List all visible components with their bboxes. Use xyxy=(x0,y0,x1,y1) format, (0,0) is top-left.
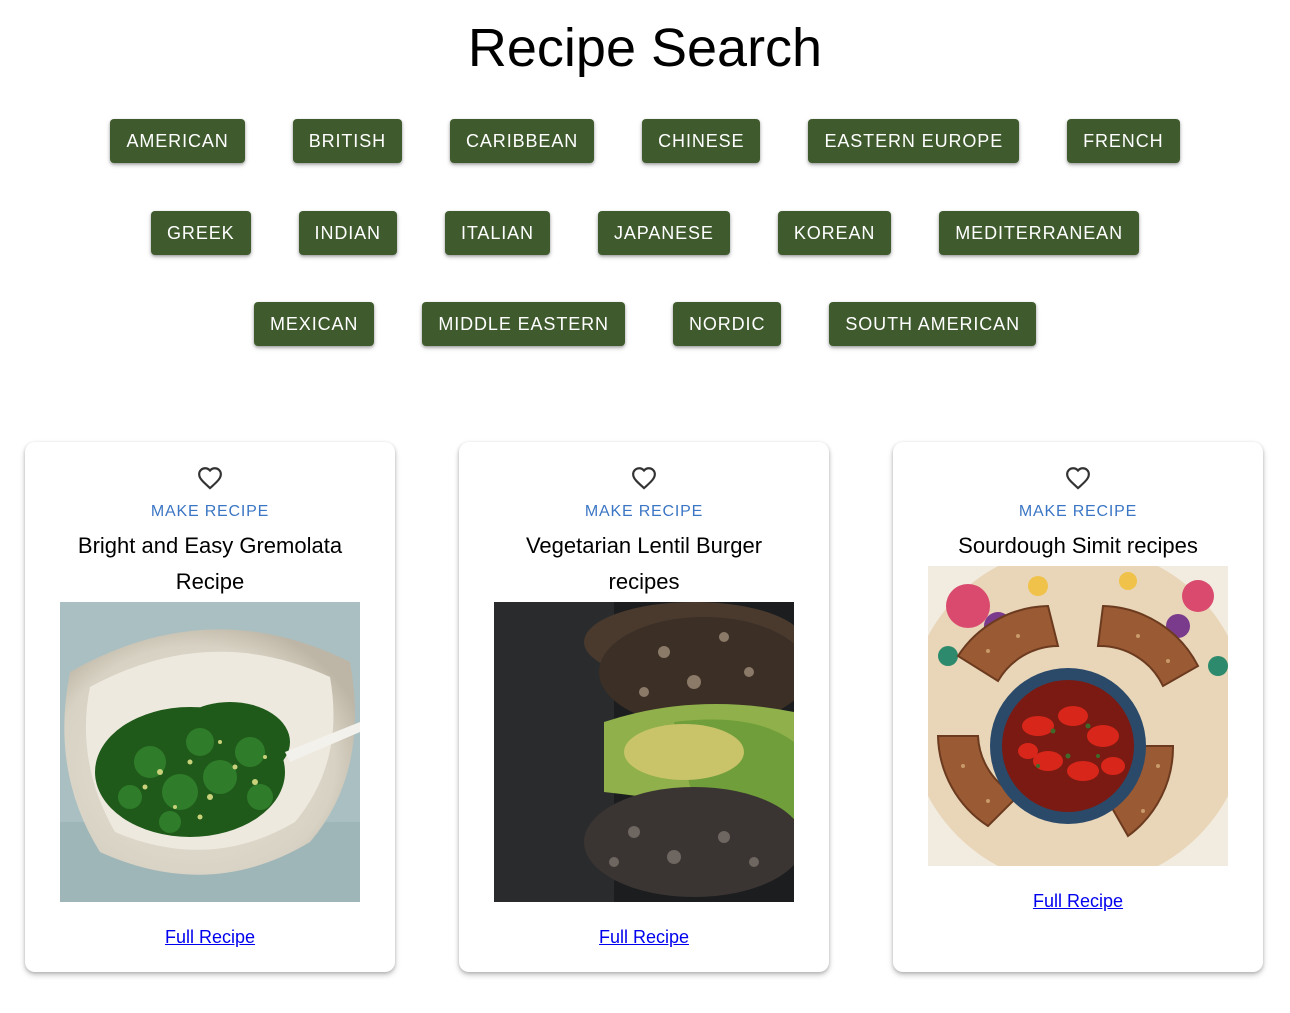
recipe-card-list: MAKE RECIPE Bright and Easy Gremolata Re… xyxy=(25,442,1263,972)
cuisine-button-indian[interactable]: INDIAN xyxy=(298,211,397,255)
cuisine-button-korean[interactable]: KOREAN xyxy=(777,211,892,255)
full-recipe-link[interactable]: Full Recipe xyxy=(1033,890,1123,912)
cuisine-button-british[interactable]: BRITISH xyxy=(292,119,402,163)
cuisine-button-nordic[interactable]: NORDIC xyxy=(672,302,782,346)
recipe-image xyxy=(60,602,360,902)
heart-outline-icon[interactable] xyxy=(196,464,224,492)
recipe-title: Bright and Easy Gremolata Recipe xyxy=(77,533,343,594)
cuisine-button-japanese[interactable]: JAPANESE xyxy=(597,211,730,255)
cuisine-row-1: AMERICAN BRITISH CARIBBEAN CHINESE EASTE… xyxy=(0,119,1290,163)
recipe-search-page: Recipe Search AMERICAN BRITISH CARIBBEAN… xyxy=(0,0,1290,1013)
cuisine-button-mediterranean[interactable]: MEDITERRANEAN xyxy=(939,211,1139,255)
recipe-title: Sourdough Simit recipes xyxy=(958,533,1198,558)
recipe-card: MAKE RECIPE Vegetarian Lentil Burger rec… xyxy=(459,442,829,972)
recipe-image xyxy=(928,566,1228,866)
cuisine-button-caribbean[interactable]: CARIBBEAN xyxy=(450,119,595,163)
make-recipe-link[interactable]: MAKE RECIPE xyxy=(1019,502,1137,522)
cuisine-button-middle-eastern[interactable]: MIDDLE EASTERN xyxy=(422,302,625,346)
cuisine-button-south-american[interactable]: SOUTH AMERICAN xyxy=(829,302,1036,346)
make-recipe-link[interactable]: MAKE RECIPE xyxy=(151,502,269,522)
cuisine-button-eastern-europe[interactable]: EASTERN EUROPE xyxy=(808,119,1020,163)
recipe-title: Vegetarian Lentil Burger recipes xyxy=(525,533,763,594)
recipe-card: MAKE RECIPE Sourdough Simit recipes Full… xyxy=(893,442,1263,972)
cuisine-row-2: GREEK INDIAN ITALIAN JAPANESE KOREAN MED… xyxy=(0,211,1290,255)
heart-outline-icon[interactable] xyxy=(630,464,658,492)
full-recipe-link[interactable]: Full Recipe xyxy=(599,926,689,948)
recipe-image xyxy=(494,602,794,902)
make-recipe-link[interactable]: MAKE RECIPE xyxy=(585,502,703,522)
cuisine-button-chinese[interactable]: CHINESE xyxy=(642,119,761,163)
cuisine-button-american[interactable]: AMERICAN xyxy=(110,119,245,163)
cuisine-button-italian[interactable]: ITALIAN xyxy=(444,211,550,255)
full-recipe-link[interactable]: Full Recipe xyxy=(165,926,255,948)
cuisine-button-mexican[interactable]: MEXICAN xyxy=(254,302,375,346)
recipe-card: MAKE RECIPE Bright and Easy Gremolata Re… xyxy=(25,442,395,972)
heart-outline-icon[interactable] xyxy=(1064,464,1092,492)
page-title: Recipe Search xyxy=(467,18,823,78)
cuisine-row-3: MEXICAN MIDDLE EASTERN NORDIC SOUTH AMER… xyxy=(0,302,1290,346)
cuisine-button-french[interactable]: FRENCH xyxy=(1067,119,1180,163)
cuisine-button-greek[interactable]: GREEK xyxy=(151,211,251,255)
